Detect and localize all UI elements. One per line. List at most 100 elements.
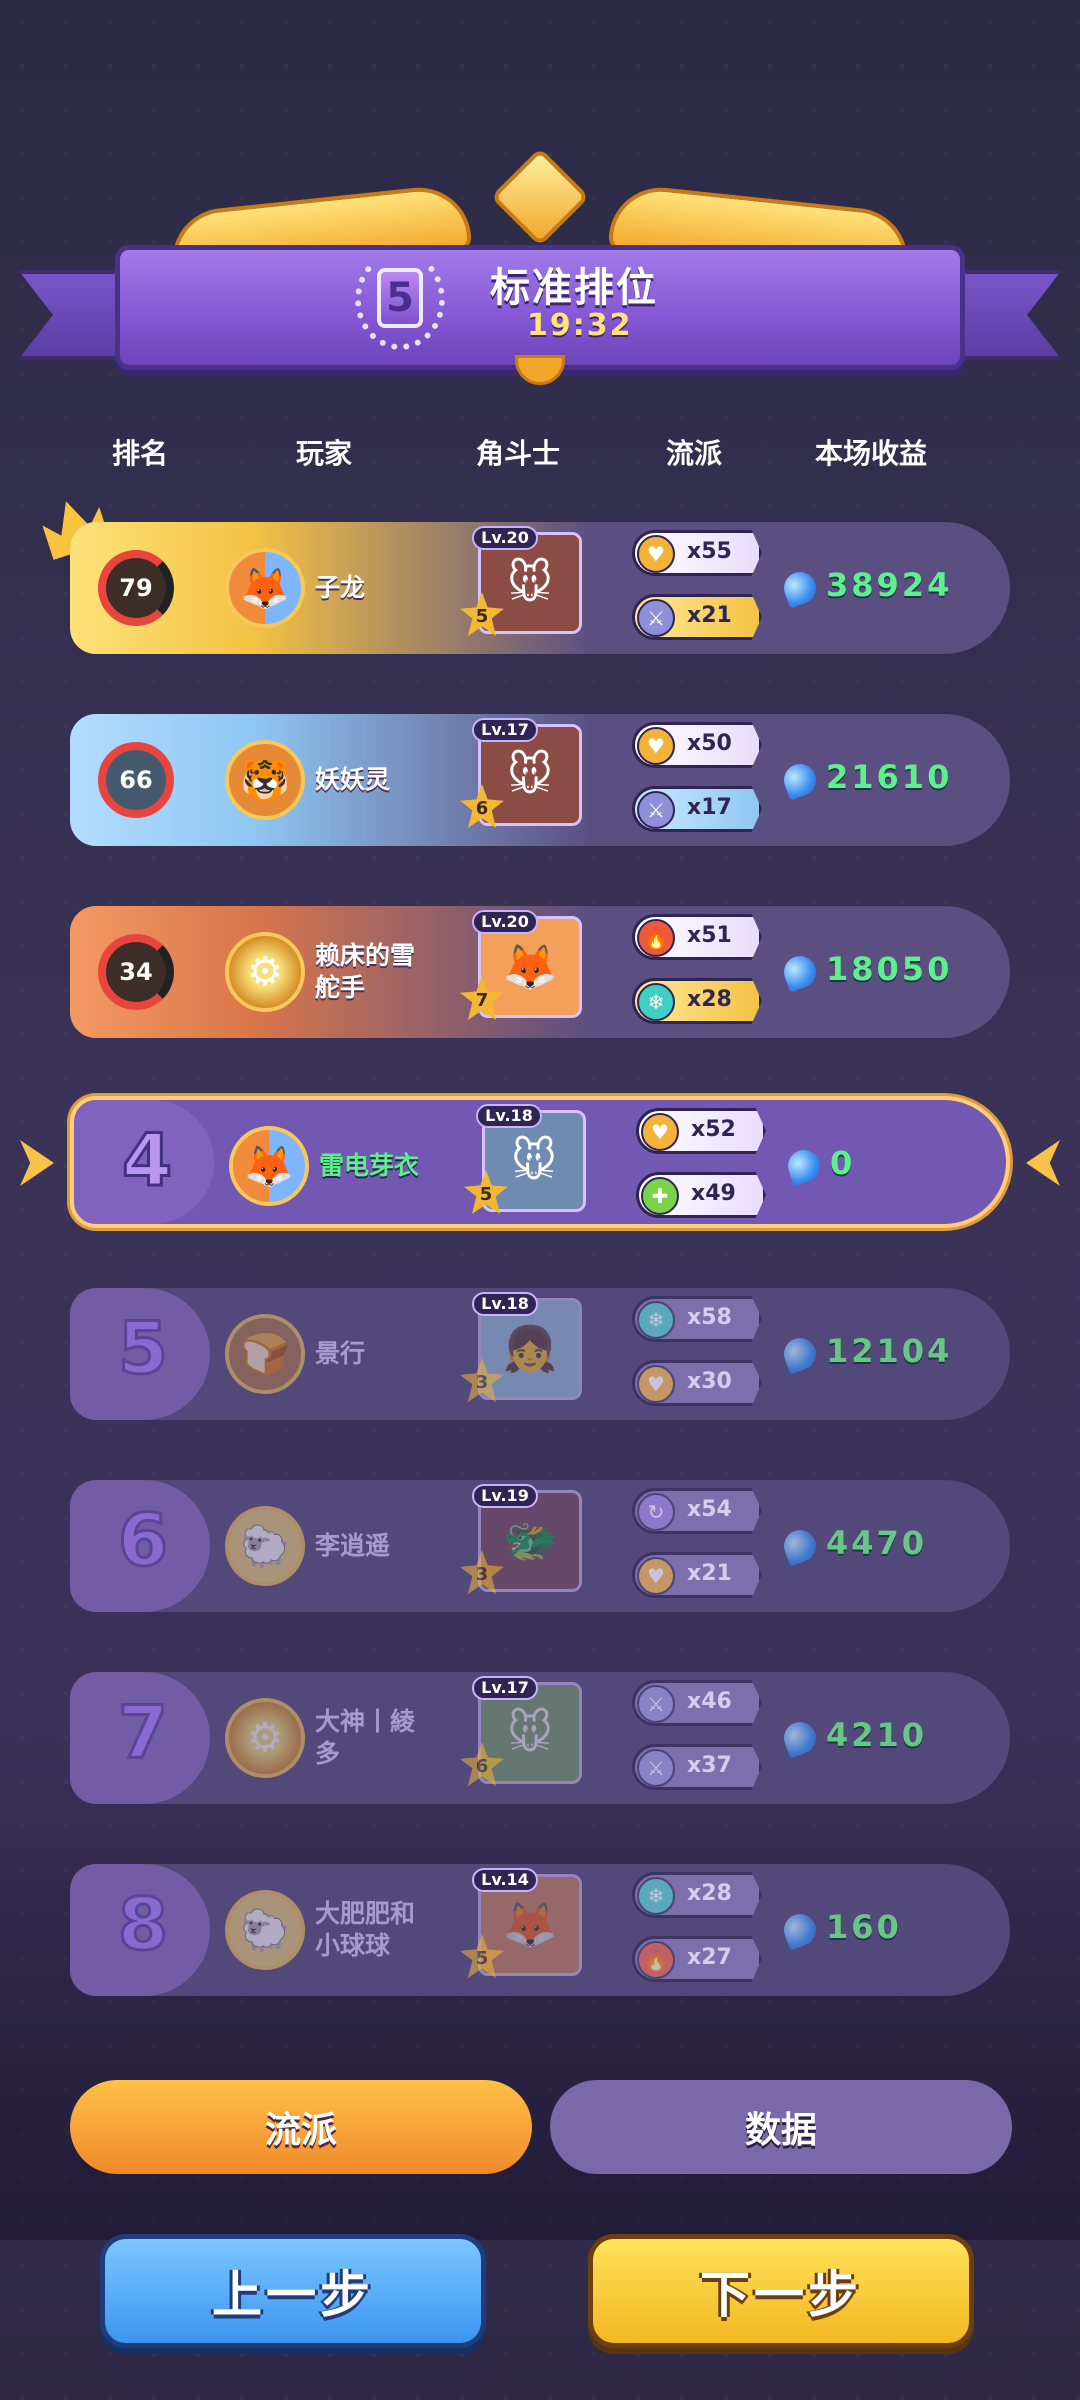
trait-count: x54: [687, 1497, 732, 1522]
ranking-row-5[interactable]: 5 🍞 景行 👧 Lv.18 3 ❄ x58 ♥ x30 12104: [70, 1288, 1010, 1420]
faction-trait-1[interactable]: ❄ x58: [632, 1296, 762, 1342]
faction-trait-2[interactable]: ♥ x21: [632, 1552, 762, 1598]
heart-icon: ♥: [637, 535, 675, 573]
match-timer: 19:32: [527, 308, 633, 343]
previous-step-button[interactable]: 上一步: [100, 2234, 486, 2348]
faction-trait-1[interactable]: ♥ x52: [636, 1108, 766, 1154]
snowflake-icon: ❄: [637, 1877, 675, 1915]
faction-trait-1[interactable]: ↻ x54: [632, 1488, 762, 1534]
rank-number: 7: [116, 1689, 169, 1776]
trait-count: x21: [687, 603, 732, 628]
faction-trait-1[interactable]: 🔥 x51: [632, 914, 762, 960]
player-name: 赖床的雪舵手: [315, 941, 416, 1002]
ranking-row-3[interactable]: 34 ⚙ 赖床的雪舵手 🦊 Lv.20 7 🔥 x51 ❄ x28 18050: [70, 906, 1010, 1038]
current-player-pointer-right-icon: [1026, 1140, 1060, 1186]
rank-tier-badge: 5: [355, 250, 445, 350]
heart-icon: ♥: [641, 1113, 679, 1151]
rank-number: 6: [116, 1497, 169, 1584]
trait-count: x27: [687, 1945, 732, 1970]
match-earnings: 38924: [826, 566, 953, 604]
player-name: 景行: [315, 1339, 366, 1368]
gem-icon: [779, 1525, 821, 1567]
ranking-row-1[interactable]: 79 🦊 子龙 🐭 Lv.20 5 ♥ x55 ⚔ x21 38924: [70, 522, 1010, 654]
trait-count: x37: [687, 1753, 732, 1778]
trait-count: x28: [687, 1881, 732, 1906]
heart-icon: ♥: [637, 1557, 675, 1595]
faction-trait-1[interactable]: ♥ x55: [632, 530, 762, 576]
trait-count: x51: [687, 923, 732, 948]
faction-trait-2[interactable]: ✚ x49: [636, 1172, 766, 1218]
column-header-faction: 流派: [666, 437, 723, 470]
tab-data[interactable]: 数据: [550, 2080, 1012, 2174]
fire-icon: 🔥: [637, 919, 675, 957]
mode-title: 标准排位: [490, 265, 658, 311]
ranking-row-8[interactable]: 8 🐑 大肥肥和小球球 🦊 Lv.14 5 ❄ x28 🔥 x27 160: [70, 1864, 1010, 1996]
header-banner: 5 标准排位 19:32: [0, 147, 1080, 390]
fighter-level: Lv.18: [476, 1104, 542, 1128]
column-header-fighter: 角斗士: [476, 437, 561, 470]
rank-score-ring: 34: [98, 934, 174, 1010]
current-player-pointer-left-icon: [20, 1140, 54, 1186]
ranking-row-4-current-player[interactable]: 4 🦊 雷电芽衣 🐭 Lv.18 5 ♥ x52 ✚ x49 0: [70, 1096, 1010, 1228]
snowflake-icon: ❄: [637, 983, 675, 1021]
column-header-player: 玩家: [296, 437, 353, 470]
crown-gem-icon: [490, 147, 590, 247]
faction-trait-1[interactable]: ⚔ x46: [632, 1680, 762, 1726]
ranking-row-7[interactable]: 7 ⚙ 大神丨綾多 🐭 Lv.17 6 ⚔ x46 ⚔ x37 4210: [70, 1672, 1010, 1804]
fighter-level: Lv.17: [472, 1676, 538, 1700]
faction-trait-2[interactable]: ⚔ x21: [632, 594, 762, 640]
player-avatar[interactable]: 🦊: [229, 1126, 309, 1206]
sword-icon: ⚔: [637, 791, 675, 829]
ranking-row-2[interactable]: 66 🐯 妖妖灵 🐭 Lv.17 6 ♥ x50 ⚔ x17 21610: [70, 714, 1010, 846]
player-avatar[interactable]: 🐯: [225, 740, 305, 820]
fighter-level: Lv.17: [472, 718, 538, 742]
rank-number: 8: [116, 1881, 169, 1968]
match-earnings: 4210: [826, 1716, 928, 1754]
rank-score-ring: 66: [98, 742, 174, 818]
match-earnings: 160: [826, 1908, 902, 1946]
next-step-button[interactable]: 下一步: [588, 2234, 974, 2348]
fighter-level: Lv.18: [472, 1292, 538, 1316]
faction-trait-1[interactable]: ❄ x28: [632, 1872, 762, 1918]
gem-icon: [779, 567, 821, 609]
snowflake-icon: ❄: [637, 1301, 675, 1339]
fighter-level: Lv.20: [472, 910, 538, 934]
column-header-rank: 排名: [112, 437, 169, 470]
player-avatar[interactable]: 🦊: [225, 548, 305, 628]
fire-icon: 🔥: [637, 1941, 675, 1979]
faction-trait-1[interactable]: ♥ x50: [632, 722, 762, 768]
fighter-level: Lv.19: [472, 1484, 538, 1508]
tab-faction[interactable]: 流派: [70, 2080, 532, 2174]
column-header-earnings: 本场收益: [815, 437, 928, 470]
trait-count: x28: [687, 987, 732, 1012]
faction-trait-2[interactable]: ⚔ x37: [632, 1744, 762, 1790]
faction-trait-2[interactable]: ♥ x30: [632, 1360, 762, 1406]
sword-icon: ⚔: [637, 1685, 675, 1723]
faction-trait-2[interactable]: ⚔ x17: [632, 786, 762, 832]
gem-icon: [783, 1145, 825, 1187]
faction-trait-2[interactable]: 🔥 x27: [632, 1936, 762, 1982]
match-earnings: 21610: [826, 758, 953, 796]
trait-count: x50: [687, 731, 732, 756]
gem-icon: [779, 1717, 821, 1759]
player-avatar[interactable]: 🐑: [225, 1506, 305, 1586]
player-name: 妖妖灵: [315, 765, 391, 794]
sword-icon: ⚔: [637, 1749, 675, 1787]
banner-gem-bottom: [515, 355, 565, 385]
player-avatar[interactable]: 🍞: [225, 1314, 305, 1394]
match-earnings: 0: [830, 1144, 856, 1182]
ranking-row-6[interactable]: 6 🐑 李逍遥 🐲 Lv.19 3 ↻ x54 ♥ x21 4470: [70, 1480, 1010, 1612]
heart-icon: ♥: [637, 1365, 675, 1403]
trait-count: x17: [687, 795, 732, 820]
match-earnings: 18050: [826, 950, 953, 988]
gem-icon: [779, 951, 821, 993]
player-name: 子龙: [315, 573, 366, 602]
player-avatar[interactable]: 🐑: [225, 1890, 305, 1970]
gem-icon: [779, 1333, 821, 1375]
player-avatar[interactable]: ⚙: [225, 932, 305, 1012]
faction-trait-2[interactable]: ❄ x28: [632, 978, 762, 1024]
sword-icon: ⚔: [637, 599, 675, 637]
player-avatar[interactable]: ⚙: [225, 1698, 305, 1778]
fighter-level: Lv.14: [472, 1868, 538, 1892]
trait-count: x21: [687, 1561, 732, 1586]
